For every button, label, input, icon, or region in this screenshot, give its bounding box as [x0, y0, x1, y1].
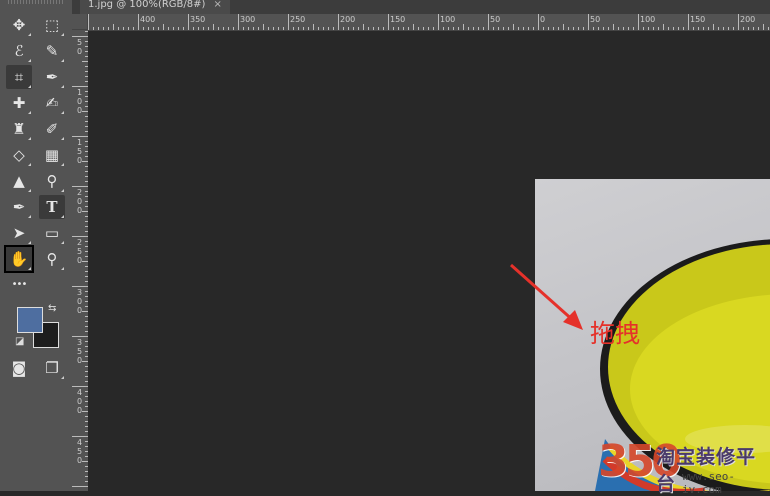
gradient-icon: ▦: [44, 145, 60, 164]
ruler-label: 350: [190, 15, 206, 24]
eyedropper-tool[interactable]: ✒: [39, 65, 65, 89]
vertical-ruler[interactable]: 50 100 150 200 250 300 350 400 450: [72, 14, 88, 491]
rectangle-tool[interactable]: ▭: [39, 221, 65, 245]
document-tab-title: 1.jpg @ 100%(RGB/8#): [88, 0, 206, 10]
quick-selection-tool[interactable]: ✎: [39, 39, 65, 63]
blur-tool[interactable]: ▲: [6, 169, 32, 193]
ruler-label: 50: [76, 38, 83, 56]
document-tab-bar: 1.jpg @ 100%(RGB/8#) ×: [72, 0, 770, 14]
ruler-label: 400: [76, 388, 83, 415]
move-icon: ✥: [12, 15, 26, 34]
dodge-tool[interactable]: ⚲: [39, 169, 65, 193]
ruler-label: 100: [440, 15, 456, 24]
type-tool[interactable]: T: [39, 195, 65, 219]
foreground-color-swatch[interactable]: [17, 307, 43, 333]
clone-stamp-tool[interactable]: ♜: [6, 117, 32, 141]
panel-grip[interactable]: [8, 0, 64, 4]
tools-panel: ✥ ⬚ ℰ ✎ ⌗ ✒ ✚ ✍ ♜ ✐ ◇ ▦ ▲ ⚲ ✒ T ➤ ▭ ✋ ⚲ …: [0, 0, 72, 491]
default-colors-icon[interactable]: ◪: [15, 336, 24, 347]
quick-selection-icon: ✎: [45, 41, 59, 60]
pen-icon: ✒: [12, 197, 26, 216]
eyedropper-icon: ✒: [45, 67, 59, 86]
edit-toolbar-button[interactable]: •••: [6, 273, 32, 297]
lasso-icon: ℰ: [14, 41, 24, 60]
quick-mask-button[interactable]: ◙: [6, 356, 32, 380]
ruler-label: 200: [740, 15, 756, 24]
rectangle-icon: ▭: [44, 223, 60, 242]
ruler-label: 100: [640, 15, 656, 24]
ruler-label: 50: [490, 15, 501, 24]
hand-icon: ✋: [9, 249, 29, 268]
ruler-label: 150: [390, 15, 406, 24]
lasso-tool[interactable]: ℰ: [6, 39, 32, 63]
drag-annotation: 拖拽: [590, 319, 641, 348]
quick-mask-icon: ◙: [11, 358, 27, 377]
ruler-origin[interactable]: [72, 14, 88, 30]
zoom-icon: ⚲: [46, 249, 58, 268]
marquee-icon: ⬚: [44, 15, 60, 34]
watermark-url: www.seo-iv.com: [682, 470, 735, 496]
history-brush-tool[interactable]: ✐: [39, 117, 65, 141]
swap-colors-icon[interactable]: ⇆: [48, 303, 56, 314]
ruler-label: 200: [76, 188, 83, 215]
path-selection-icon: ➤: [12, 223, 26, 242]
crop-tool[interactable]: ⌗: [6, 65, 32, 89]
more-tools-icon: •••: [11, 279, 28, 290]
ruler-label: 50: [590, 15, 601, 24]
pen-tool[interactable]: ✒: [6, 195, 32, 219]
brush-icon: ✍: [45, 93, 59, 112]
drag-arrow-icon: [510, 263, 583, 330]
healing-brush-icon: ✚: [12, 93, 26, 112]
crop-icon: ⌗: [14, 67, 24, 86]
watermark: 350 淘宝装修平台 www.seo-iv.com: [598, 436, 770, 496]
dodge-icon: ⚲: [46, 171, 58, 190]
history-brush-icon: ✐: [45, 119, 59, 138]
ruler-label: 400: [140, 15, 156, 24]
document-tab[interactable]: 1.jpg @ 100%(RGB/8#) ×: [80, 0, 230, 14]
ruler-label: 250: [290, 15, 306, 24]
brush-tool[interactable]: ✍: [39, 91, 65, 115]
move-tool[interactable]: ✥: [6, 13, 32, 37]
close-icon[interactable]: ×: [213, 0, 221, 10]
screen-mode-icon: ❐: [45, 358, 59, 377]
ruler-label: 350: [76, 338, 83, 365]
marquee-tool[interactable]: ⬚: [39, 13, 65, 37]
ruler-label: 300: [76, 288, 83, 315]
clone-stamp-icon: ♜: [12, 119, 26, 138]
ruler-label: 100: [76, 88, 83, 115]
horizontal-ruler[interactable]: 400 350 300 250 200 150 100 50 0 50 100 150 200: [88, 14, 770, 31]
ruler-label: 150: [76, 138, 83, 165]
ruler-label: 200: [340, 15, 356, 24]
ruler-label: 0: [540, 15, 546, 24]
healing-brush-tool[interactable]: ✚: [6, 91, 32, 115]
screen-mode-button[interactable]: ❐: [39, 356, 65, 380]
path-selection-tool[interactable]: ➤: [6, 221, 32, 245]
zoom-tool[interactable]: ⚲: [39, 247, 65, 271]
hand-tool[interactable]: ✋: [4, 245, 34, 273]
eraser-icon: ◇: [13, 145, 25, 164]
ruler-label: 150: [690, 15, 706, 24]
ruler-label: 450: [76, 438, 83, 465]
blur-icon: ▲: [13, 171, 25, 190]
gradient-tool[interactable]: ▦: [39, 143, 65, 167]
type-icon: T: [46, 197, 58, 216]
ruler-label: 250: [76, 238, 83, 265]
ruler-label: 300: [240, 15, 256, 24]
eraser-tool[interactable]: ◇: [6, 143, 32, 167]
